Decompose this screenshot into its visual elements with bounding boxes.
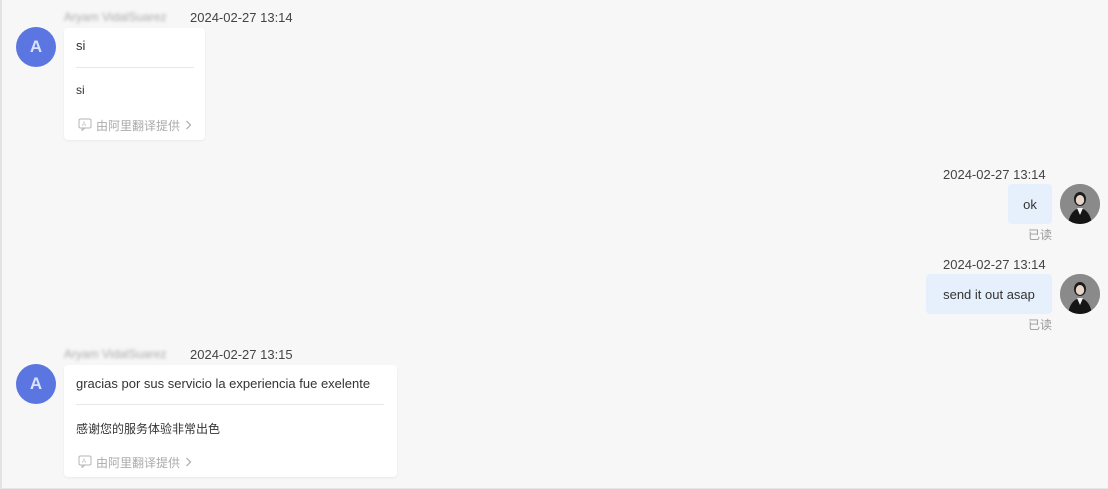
user-avatar[interactable]	[1060, 184, 1100, 224]
avatar-letter: A	[29, 374, 43, 393]
message-card: si si A 由阿里翻译提供	[64, 28, 205, 140]
message-bubble[interactable]: send it out asap	[926, 274, 1052, 314]
translated-text: 感谢您的服务体验非常出色	[76, 422, 221, 436]
svg-text:A: A	[82, 459, 86, 465]
translation-divider	[76, 404, 384, 405]
svg-text:A: A	[82, 122, 86, 128]
message-timestamp: 2024-02-27 13:14	[943, 167, 1046, 182]
panel-edge	[0, 0, 2, 489]
message-timestamp: 2024-02-27 13:15	[190, 347, 293, 362]
translation-provider[interactable]: A 由阿里翻译提供	[78, 454, 192, 471]
read-status: 已读	[1028, 318, 1053, 332]
translation-provider[interactable]: A 由阿里翻译提供	[78, 117, 192, 134]
message-card: gracias por sus servicio la experiencia …	[64, 365, 397, 477]
original-text: si	[76, 38, 86, 53]
translate-icon: A	[78, 455, 92, 471]
provider-label: 由阿里翻译提供	[96, 456, 181, 470]
translated-text: si	[76, 83, 85, 97]
provider-label: 由阿里翻译提供	[96, 119, 181, 133]
read-status: 已读	[1028, 228, 1053, 242]
avatar-letter: A	[29, 37, 43, 56]
message-text: send it out asap	[943, 286, 1035, 302]
contact-avatar[interactable]: A	[16, 27, 56, 67]
message-bubble[interactable]: ok	[1008, 184, 1052, 224]
message-timestamp: 2024-02-27 13:14	[190, 10, 293, 25]
message-timestamp: 2024-02-27 13:14	[943, 257, 1046, 272]
translation-divider	[76, 67, 194, 68]
original-text: gracias por sus servicio la experiencia …	[76, 376, 371, 391]
contact-avatar[interactable]: A	[16, 364, 56, 404]
user-avatar[interactable]	[1060, 274, 1100, 314]
chevron-right-icon	[185, 119, 192, 133]
sender-name: Aryam VidalSuarez	[64, 347, 167, 361]
translate-icon: A	[78, 118, 92, 134]
chevron-right-icon	[185, 456, 192, 470]
sender-name: Aryam VidalSuarez	[64, 10, 167, 24]
message-text: ok	[1023, 196, 1037, 212]
